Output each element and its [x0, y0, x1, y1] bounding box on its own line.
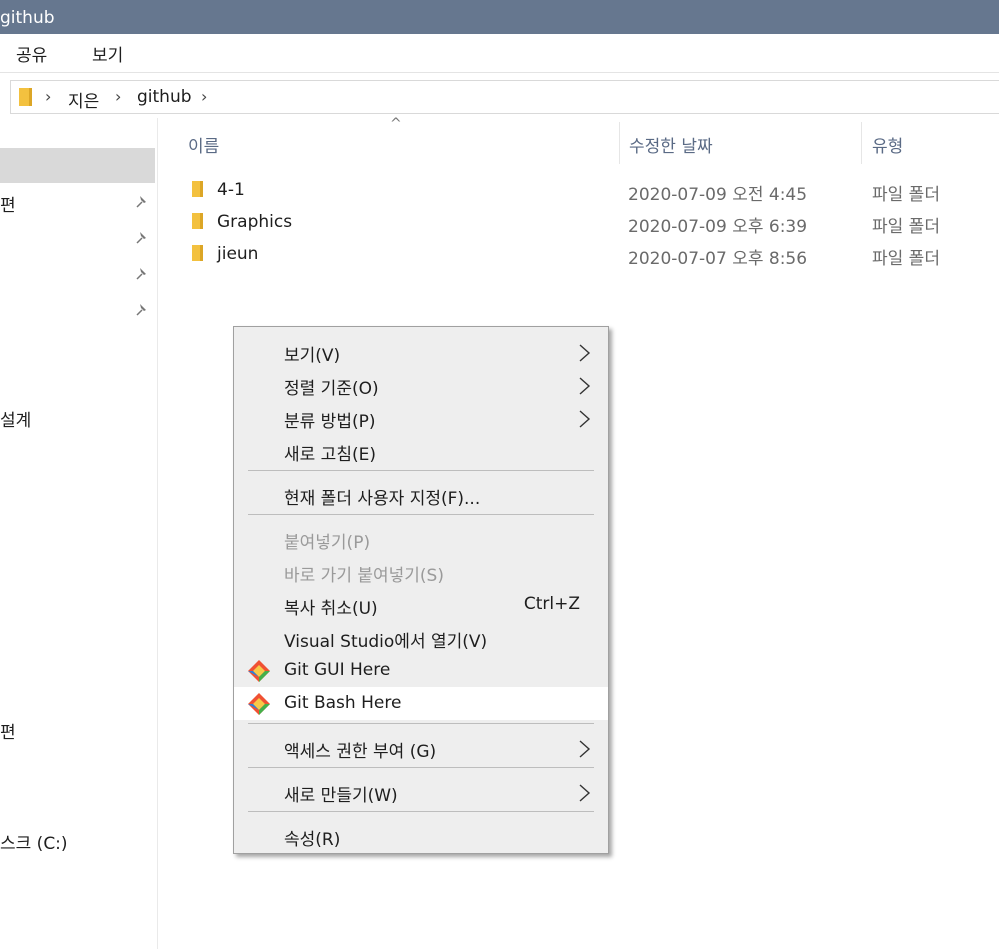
- menu-item-git-gui-here[interactable]: Git GUI Here: [234, 654, 608, 687]
- git-icon: [248, 693, 270, 715]
- menu-item-label: 현재 폴더 사용자 지정(F)...: [284, 489, 481, 509]
- menu-item-properties[interactable]: 속성(R): [234, 819, 608, 852]
- menu-item-new[interactable]: 새로 만들기(W): [234, 775, 608, 808]
- menu-separator: [248, 723, 594, 724]
- menu-separator: [248, 767, 594, 768]
- window-title-bar: github: [0, 0, 999, 34]
- file-type: 파일 폴더: [872, 185, 940, 205]
- menu-separator: [248, 470, 594, 471]
- menu-item-label: Git GUI Here: [284, 660, 391, 680]
- breadcrumb-segment-github[interactable]: github: [137, 87, 192, 107]
- menu-item-label: 바로 가기 붙여넣기(S): [284, 566, 444, 586]
- git-icon: [248, 660, 270, 682]
- menu-item-refresh[interactable]: 새로 고침(E): [234, 434, 608, 467]
- menu-item-label: 새로 고침(E): [284, 445, 376, 465]
- column-header-type[interactable]: 유형: [872, 132, 903, 157]
- file-type: 파일 폴더: [872, 249, 940, 269]
- menu-separator: [248, 811, 594, 812]
- nav-item-label[interactable]: 설계: [0, 406, 31, 431]
- folder-icon: [192, 245, 203, 261]
- nav-item-drive-c[interactable]: 스크 (C:): [0, 829, 68, 854]
- menu-item-group-by[interactable]: 분류 방법(P): [234, 401, 608, 434]
- file-name: Graphics: [217, 212, 293, 232]
- column-header-name[interactable]: 이름: [188, 132, 219, 157]
- folder-icon: [192, 213, 203, 229]
- nav-item-label[interactable]: 편: [0, 718, 16, 743]
- ribbon-tab-view[interactable]: 보기: [92, 41, 123, 66]
- menu-item-sort-by[interactable]: 정렬 기준(O): [234, 368, 608, 401]
- ribbon-tab-share[interactable]: 공유: [16, 41, 47, 66]
- file-row[interactable]: 4-1 2020-07-09 오전 4:45 파일 폴더: [180, 175, 999, 207]
- file-date: 2020-07-09 오전 4:45: [628, 185, 808, 205]
- chevron-right-icon: [579, 344, 591, 362]
- chevron-right-icon[interactable]: ›: [115, 87, 121, 106]
- file-name: jieun: [217, 244, 259, 264]
- menu-item-label: 정렬 기준(O): [284, 379, 379, 399]
- nav-item-label[interactable]: 편: [0, 191, 16, 216]
- window-title: github: [0, 8, 55, 28]
- pin-icon[interactable]: [134, 230, 150, 246]
- breadcrumb-segment-jieun[interactable]: 지은: [68, 87, 99, 112]
- menu-item-label: Visual Studio에서 열기(V): [284, 632, 488, 652]
- chevron-right-icon: [579, 740, 591, 758]
- file-date: 2020-07-09 오후 6:39: [628, 217, 808, 237]
- context-menu: 보기(V) 정렬 기준(O) 분류 방법(P) 새로 고침(E) 현재 폴더 사…: [233, 326, 609, 854]
- menu-separator: [248, 514, 594, 515]
- column-header-date[interactable]: 수정한 날짜: [629, 132, 713, 157]
- sort-ascending-icon: ^: [390, 116, 402, 132]
- menu-item-label: 분류 방법(P): [284, 412, 376, 432]
- column-divider[interactable]: [861, 122, 862, 164]
- menu-item-paste: 붙여넣기(P): [234, 522, 608, 555]
- chevron-right-icon: [579, 377, 591, 395]
- column-divider[interactable]: [619, 122, 620, 164]
- nav-item-selected[interactable]: [0, 148, 155, 183]
- menu-item-git-bash-here[interactable]: Git Bash Here: [234, 687, 608, 720]
- chevron-right-icon[interactable]: ›: [45, 87, 51, 106]
- menu-item-give-access[interactable]: 액세스 권한 부여 (G): [234, 731, 608, 764]
- pin-icon[interactable]: [134, 302, 150, 318]
- menu-item-label: Git Bash Here: [284, 693, 402, 713]
- address-bar[interactable]: › 지은 › github ›: [10, 80, 999, 114]
- menu-item-undo-copy[interactable]: 복사 취소(U) Ctrl+Z: [234, 588, 608, 621]
- menu-item-paste-shortcut: 바로 가기 붙여넣기(S): [234, 555, 608, 588]
- menu-item-label: 액세스 권한 부여 (G): [284, 742, 437, 762]
- folder-icon: [192, 181, 203, 197]
- menu-item-view[interactable]: 보기(V): [234, 335, 608, 368]
- navigation-pane: 편 설계 편 스크 (C:): [0, 118, 158, 949]
- menu-item-shortcut: Ctrl+Z: [523, 594, 580, 614]
- pin-icon[interactable]: [134, 194, 150, 210]
- ribbon-tabs: 공유 보기: [0, 34, 999, 73]
- menu-item-label: 붙여넣기(P): [284, 533, 371, 553]
- pin-icon[interactable]: [134, 266, 150, 282]
- file-type: 파일 폴더: [872, 217, 940, 237]
- chevron-right-icon: [579, 410, 591, 428]
- menu-item-label: 새로 만들기(W): [284, 786, 398, 806]
- menu-item-label: 복사 취소(U): [284, 599, 378, 619]
- menu-item-open-in-visual-studio[interactable]: Visual Studio에서 열기(V): [234, 621, 608, 654]
- menu-item-customize-folder[interactable]: 현재 폴더 사용자 지정(F)...: [234, 478, 608, 511]
- file-row[interactable]: Graphics 2020-07-09 오후 6:39 파일 폴더: [180, 207, 999, 239]
- chevron-right-icon: [579, 784, 591, 802]
- file-row[interactable]: jieun 2020-07-07 오후 8:56 파일 폴더: [180, 239, 999, 271]
- folder-icon: [19, 88, 32, 106]
- menu-item-label: 보기(V): [284, 346, 341, 366]
- chevron-right-icon[interactable]: ›: [201, 87, 207, 106]
- file-date: 2020-07-07 오후 8:56: [628, 249, 808, 269]
- file-name: 4-1: [217, 180, 245, 200]
- menu-item-label: 속성(R): [284, 830, 341, 850]
